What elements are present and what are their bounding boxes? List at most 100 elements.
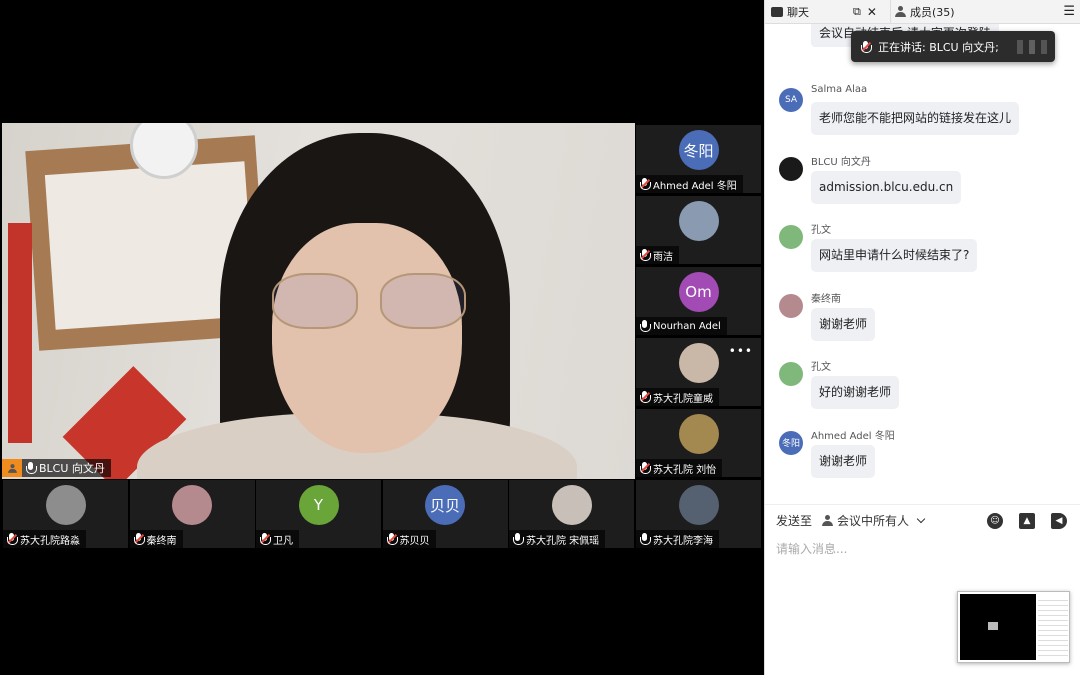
mic-muted-icon	[260, 533, 271, 545]
mic-muted-icon	[640, 391, 651, 403]
members-icon	[895, 6, 906, 17]
speaking-indicator: 正在讲话: BLCU 向文丹;	[851, 31, 1055, 62]
avatar: 冬阳	[678, 130, 719, 170]
participant-tile[interactable]: 苏大孔院 宋佩瑶	[509, 480, 634, 548]
mic-muted-icon	[7, 533, 18, 545]
message-sender: 秦终南	[811, 293, 841, 305]
chevron-down-icon	[916, 514, 926, 524]
participant-name-tag: Nourhan Adel	[636, 317, 727, 335]
mic-muted-icon	[861, 40, 872, 53]
more-options-icon[interactable]: •••	[729, 344, 753, 358]
emoji-icon[interactable]: ☺	[987, 513, 1003, 529]
send-target-dropdown[interactable]: 会议中所有人	[822, 512, 926, 529]
tab-chat-label: 聊天	[787, 5, 809, 19]
message-bubble: 老师您能不能把网站的链接发在这儿	[811, 102, 1020, 135]
avatar	[678, 414, 719, 454]
avatar	[45, 485, 86, 525]
audio-wave-icon	[1017, 39, 1047, 54]
message-bubble: admission.blcu.edu.cn	[811, 170, 962, 204]
participant-name-tag: 苏大孔院 宋佩瑶	[509, 530, 606, 548]
participant-tile[interactable]: 贝贝苏贝贝	[382, 480, 508, 548]
tab-members[interactable]: 成员(35)	[885, 4, 955, 20]
participant-tile[interactable]: Om Nourhan Adel	[636, 267, 761, 335]
speaker-figure	[272, 223, 462, 453]
participant-name-tag: 苏大孔院童威	[636, 388, 719, 406]
mic-icon	[513, 533, 524, 545]
avatar	[779, 156, 803, 181]
send-bar: 发送至 会议中所有人 ☺ ▲ ◀	[765, 504, 1080, 536]
participant-name-tag: 秦终南	[129, 530, 183, 548]
message-sender: BLCU 向文丹	[811, 156, 871, 168]
message-sender: 孔文	[811, 225, 831, 236]
main-speaker-name-tag: BLCU 向文丹	[2, 459, 111, 477]
speaking-indicator-text: 正在讲话: BLCU 向文丹;	[878, 40, 999, 54]
announcement-icon[interactable]: ◀	[1051, 513, 1067, 529]
participant-name-tag: 苏大孔院路淼	[3, 530, 86, 548]
participant-tile[interactable]: 苏大孔院路淼	[3, 480, 128, 548]
message-list[interactable]: 会议自动结束后 请大家再次登陆 SASalma Alaa老师您能不能把网站的链接…	[765, 24, 1080, 502]
participant-name: Ahmed Adel 冬阳	[653, 180, 737, 192]
person-icon	[822, 515, 834, 526]
mic-muted-icon	[386, 533, 398, 545]
avatar: SA	[779, 88, 803, 112]
participant-tile[interactable]: 冬阳 Ahmed Adel 冬阳	[636, 125, 761, 193]
participant-name-tag: 苏大孔院李海	[636, 530, 719, 548]
avatar	[551, 485, 592, 525]
chat-input[interactable]	[776, 540, 1066, 558]
participant-tile[interactable]: Y 卫凡	[256, 480, 381, 548]
participant-name-tag: 苏大孔院 刘怡	[636, 459, 723, 477]
avatar	[779, 225, 803, 249]
participant-tile[interactable]: 秦终南	[129, 480, 255, 548]
participant-name-tag: 雨洁	[636, 246, 679, 264]
participant-name: 苏大孔院路淼	[20, 535, 80, 547]
host-icon	[2, 459, 22, 477]
avatar	[779, 293, 803, 318]
popout-icon[interactable]: ⧉	[853, 5, 861, 19]
mic-muted-icon	[640, 178, 651, 190]
participant-tile[interactable]: 苏大孔院李海	[636, 480, 761, 548]
participant-name: 卫凡	[273, 535, 293, 547]
participant-tile[interactable]: 雨洁	[636, 196, 761, 264]
participant-name-tag: 卫凡	[256, 530, 299, 548]
mic-icon	[640, 533, 651, 545]
avatar	[678, 485, 719, 525]
mic-muted-icon	[640, 249, 651, 261]
video-area: BLCU 向文丹 冬阳 Ahmed Adel 冬阳 雨洁 Om Nourhan Adel…	[0, 0, 764, 675]
avatar	[678, 201, 719, 241]
participant-tile[interactable]: 苏大孔院童威 •••	[636, 338, 761, 406]
main-speaker-name: BLCU 向文丹	[39, 462, 105, 475]
tab-members-label: 成员(35)	[910, 5, 955, 19]
chat-header: 聊天 ⧉ ✕ 成员(35) ☰	[765, 0, 1080, 24]
message-bubble: 好的谢谢老师	[811, 376, 900, 409]
participant-tile[interactable]: 苏大孔院 刘怡	[636, 409, 761, 477]
avatar	[172, 485, 212, 525]
participant-name: 秦终南	[146, 535, 177, 547]
participant-name: 苏大孔院 刘怡	[653, 464, 717, 476]
screen-thumbnail[interactable]	[957, 591, 1070, 663]
close-icon[interactable]: ✕	[867, 5, 877, 19]
message-bubble: 网站里申请什么时候结束了?	[811, 239, 978, 272]
avatar	[779, 362, 803, 386]
file-upload-icon[interactable]: ▲	[1019, 513, 1035, 529]
participant-name: 苏大孔院 宋佩瑶	[526, 535, 600, 547]
message-bubble: 谢谢老师	[811, 444, 876, 478]
send-target-value: 会议中所有人	[837, 514, 910, 528]
message-bubble: 谢谢老师	[811, 307, 876, 341]
avatar: 冬阳	[779, 430, 803, 455]
chat-panel: 聊天 ⧉ ✕ 成员(35) ☰ 会议自动结束后 请大家再次登陆 SASalma …	[764, 0, 1080, 675]
mic-muted-icon	[133, 533, 145, 545]
speaker-figure	[272, 273, 472, 333]
participant-name-tag: Ahmed Adel 冬阳	[636, 175, 743, 193]
main-speaker-video[interactable]	[2, 123, 635, 479]
message-sender: Ahmed Adel 冬阳	[811, 430, 895, 442]
mic-icon	[26, 462, 37, 474]
menu-icon[interactable]: ☰	[1063, 4, 1075, 19]
participant-name: 雨洁	[653, 251, 673, 263]
mic-icon	[640, 320, 651, 332]
send-to-label: 发送至	[776, 514, 813, 528]
participant-name: 苏大孔院童威	[653, 393, 713, 405]
avatar	[678, 343, 719, 383]
avatar: 贝贝	[425, 485, 465, 525]
participant-name: Nourhan Adel	[653, 320, 721, 332]
participant-name-tag: 苏贝贝	[382, 530, 436, 548]
